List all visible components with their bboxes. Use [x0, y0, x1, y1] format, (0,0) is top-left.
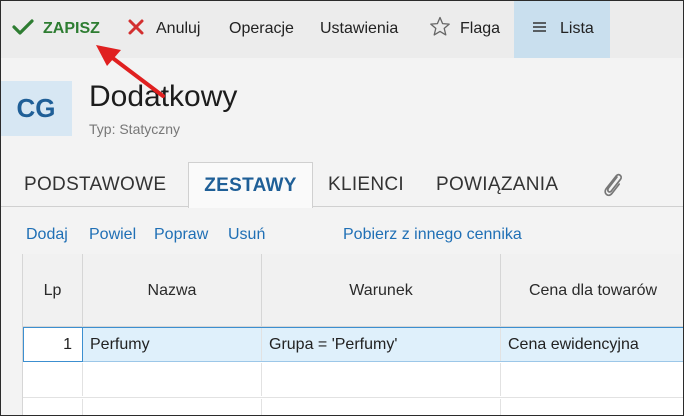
hamburger-icon: [533, 20, 546, 38]
list-label: Lista: [560, 20, 594, 37]
table-row-empty[interactable]: [23, 399, 684, 416]
flag-label: Flaga: [460, 20, 501, 37]
cell-empty: [23, 363, 83, 396]
cell-lp[interactable]: 1: [23, 327, 83, 362]
edit-link[interactable]: Popraw: [154, 226, 208, 244]
cell-empty: [262, 399, 501, 416]
tab-powiazania[interactable]: POWIĄZANIA: [436, 162, 558, 207]
x-icon: [127, 18, 145, 41]
grid-actions: Dodaj Powiel Popraw Usuń Pobierz z inneg…: [0, 226, 684, 246]
save-button[interactable]: ZAPISZ: [12, 0, 100, 58]
operations-button[interactable]: Operacje: [229, 0, 294, 58]
cell-condition[interactable]: Grupa = 'Perfumy': [262, 328, 501, 361]
delete-link[interactable]: Usuń: [228, 226, 265, 244]
tab-bar: PODSTAWOWE ZESTAWY KLIENCI POWIĄZANIA: [0, 162, 684, 208]
duplicate-link[interactable]: Powiel: [89, 226, 136, 244]
check-icon: [12, 18, 34, 41]
column-header-condition[interactable]: Warunek: [262, 254, 501, 327]
fetch-from-other-pricelist-link[interactable]: Pobierz z innego cennika: [343, 226, 522, 244]
cell-empty: [83, 399, 262, 416]
save-label: ZAPISZ: [43, 20, 100, 37]
cell-empty: [23, 399, 83, 416]
avatar: CG: [0, 81, 72, 136]
tab-klienci[interactable]: KLIENCI: [328, 162, 404, 207]
tab-podstawowe[interactable]: PODSTAWOWE: [24, 162, 166, 207]
toolbar: ZAPISZ Anuluj Operacje Ustawienia Flaga …: [0, 0, 684, 58]
settings-button[interactable]: Ustawienia: [320, 0, 398, 58]
cell-empty: [262, 363, 501, 396]
column-header-name[interactable]: Nazwa: [83, 254, 262, 327]
table-row-empty[interactable]: [23, 363, 684, 398]
page-title: Dodatkowy: [89, 80, 238, 113]
column-header-lp[interactable]: Lp: [23, 254, 83, 327]
star-outline-icon: [429, 16, 451, 42]
flag-button[interactable]: Flaga: [429, 0, 500, 58]
list-button[interactable]: Lista: [514, 0, 610, 58]
cell-price[interactable]: Cena ewidencyjna: [501, 328, 684, 361]
tab-zestawy[interactable]: ZESTAWY: [188, 162, 313, 208]
settings-label: Ustawienia: [320, 20, 399, 37]
paperclip-icon[interactable]: [600, 162, 626, 207]
table-row[interactable]: 1 Perfumy Grupa = 'Perfumy' Cena ewidenc…: [23, 327, 684, 362]
table-header: Lp Nazwa Warunek Cena dla towarów: [23, 254, 684, 327]
cell-name[interactable]: Perfumy: [83, 328, 262, 361]
cancel-button[interactable]: Anuluj: [127, 0, 200, 58]
operations-label: Operacje: [229, 20, 294, 37]
page-subtitle: Typ: Statyczny: [89, 121, 181, 137]
cancel-label: Anuluj: [156, 20, 201, 37]
sets-table: Lp Nazwa Warunek Cena dla towarów 1 Perf…: [22, 254, 684, 416]
cell-empty: [83, 363, 262, 396]
add-link[interactable]: Dodaj: [26, 226, 68, 244]
column-header-price[interactable]: Cena dla towarów: [501, 254, 684, 327]
